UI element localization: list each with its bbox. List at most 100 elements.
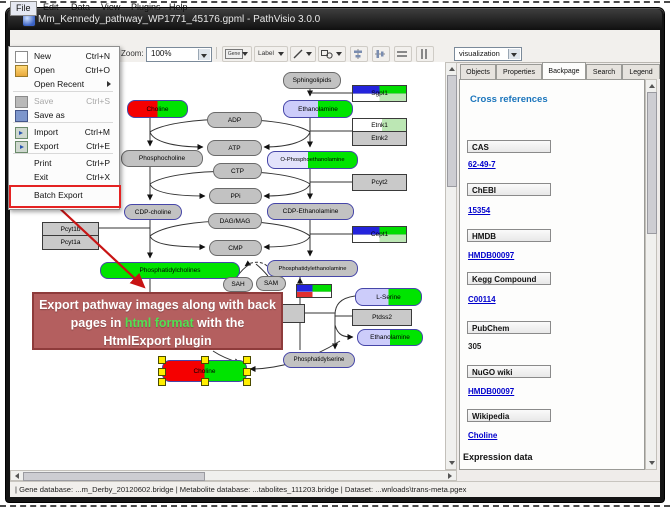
pathway-node-sphingolipids[interactable]: Sphingolipids	[283, 72, 341, 89]
menu-data[interactable]: Data	[66, 1, 95, 14]
resize-handle[interactable]	[243, 368, 251, 376]
menu-help[interactable]: Help	[164, 1, 193, 14]
gene-node-ptdss2[interactable]: Ptdss2	[352, 309, 412, 326]
xref-link-kegg[interactable]: C00114	[468, 295, 496, 304]
menu-item-save-as[interactable]: Save as	[10, 108, 116, 122]
scrollbar-thumb[interactable]	[447, 75, 457, 187]
pathway-node-phosphocholine[interactable]: Phosphocholine	[121, 150, 203, 167]
resize-handle[interactable]	[158, 378, 166, 386]
xref-header-wikipedia[interactable]: Wikipedia	[467, 409, 551, 422]
pathway-node-cdp-ethanolamine[interactable]: CDP-Ethanolamine	[267, 203, 354, 220]
distribute-vertical-button[interactable]	[416, 46, 434, 62]
panel-vertical-scrollbar[interactable]	[645, 79, 657, 470]
resize-handle[interactable]	[158, 368, 166, 376]
scroll-down-icon[interactable]	[449, 461, 455, 465]
pathway-node-ppi[interactable]: PPi	[209, 188, 262, 204]
visualization-dropdown-button[interactable]	[508, 49, 520, 59]
pathway-node-partial-colored[interactable]	[296, 284, 332, 298]
label-tool-button[interactable]: Label	[254, 46, 288, 62]
pathway-node-partial-gray[interactable]	[280, 304, 305, 323]
pathway-node-ethanolamine-bottom[interactable]: Ethanolamine	[357, 329, 423, 346]
pathway-node-o-phosphoethanolamine[interactable]: O-Phosphoethanolamine	[267, 151, 358, 169]
scroll-left-icon[interactable]	[15, 473, 19, 479]
pathway-node-ethanolamine-top[interactable]: Ethanolamine	[283, 100, 353, 118]
menu-item-print[interactable]: Print Ctrl+P	[10, 156, 116, 170]
menu-item-open-recent[interactable]: Open Recent	[10, 77, 116, 91]
line-tool-button[interactable]	[290, 46, 316, 62]
xref-header-cas[interactable]: CAS	[467, 140, 551, 153]
xref-header-kegg[interactable]: Kegg Compound	[467, 272, 551, 285]
menu-item-export[interactable]: Export Ctrl+E	[10, 139, 116, 153]
scroll-up-icon[interactable]	[449, 67, 455, 71]
gene-tool-button[interactable]: Gene	[222, 46, 252, 62]
xref-link-nugo[interactable]: HMDB00097	[468, 387, 514, 396]
menu-item-import[interactable]: Import Ctrl+M	[10, 125, 116, 139]
visualization-combobox[interactable]: visualization	[454, 47, 522, 61]
distribute-horizontal-button[interactable]	[394, 46, 412, 62]
menu-item-save[interactable]: Save Ctrl+S	[10, 94, 116, 108]
pathway-node-phosphatidylserine[interactable]: Phosphatidylserine	[283, 352, 355, 368]
tab-search[interactable]: Search	[586, 64, 622, 79]
pathway-node-adp[interactable]: ADP	[207, 112, 262, 128]
align-center-button[interactable]	[350, 46, 368, 62]
resize-handle[interactable]	[201, 356, 209, 364]
menu-item-exit[interactable]: Exit Ctrl+X	[10, 170, 116, 184]
tab-backpage[interactable]: Backpage	[542, 62, 586, 79]
pathway-node-phosphatidylethanolamine[interactable]: Phosphatidylethanolamine	[267, 260, 358, 277]
line-tool-icon	[293, 49, 303, 59]
menu-file[interactable]: File	[10, 1, 37, 16]
align-middle-button[interactable]	[372, 46, 390, 62]
canvas-vertical-scrollbar[interactable]	[445, 62, 457, 470]
menu-plugins[interactable]: Plugins	[126, 1, 166, 14]
xref-link-chebi[interactable]: 15354	[468, 206, 490, 215]
gene-node-etnk2[interactable]: Etnk2	[352, 131, 407, 146]
menu-edit[interactable]: Edit	[38, 1, 64, 14]
pathway-node-cdp-choline[interactable]: CDP-choline	[124, 204, 182, 220]
resize-handle[interactable]	[243, 378, 251, 386]
resize-handle[interactable]	[243, 356, 251, 364]
pathway-node-ctp[interactable]: CTP	[213, 163, 262, 179]
gene-node-pcyt2[interactable]: Pcyt2	[352, 174, 407, 191]
tab-objects[interactable]: Objects	[460, 64, 496, 79]
resize-handle[interactable]	[201, 378, 209, 386]
pathway-node-sam[interactable]: SAM	[256, 276, 286, 291]
zoom-dropdown-button[interactable]	[198, 49, 210, 60]
pathway-node-choline-top[interactable]: Choline	[127, 100, 188, 118]
xref-header-pubchem[interactable]: PubChem	[467, 321, 551, 334]
zoom-label: Zoom:	[121, 49, 144, 58]
scroll-right-icon[interactable]	[448, 473, 452, 479]
pathway-node-cmp[interactable]: CMP	[209, 240, 262, 256]
annotation-line1: Export pathway images along with back	[34, 296, 281, 314]
pathway-node-choline-selected[interactable]: Choline	[162, 360, 247, 382]
scroll-down-icon[interactable]	[649, 461, 655, 465]
menu-item-open[interactable]: Open Ctrl+O	[10, 63, 116, 77]
pathway-node-dag-mag[interactable]: DAG/MAG	[208, 213, 262, 229]
gene-node-pcyt1a[interactable]: Pcyt1a	[42, 235, 99, 250]
menu-item-new[interactable]: New Ctrl+N	[10, 49, 116, 63]
resize-handle[interactable]	[158, 356, 166, 364]
pathway-node-atp[interactable]: ATP	[207, 140, 262, 156]
canvas-horizontal-scrollbar[interactable]	[10, 470, 457, 481]
xref-link-hmdb[interactable]: HMDB00097	[468, 251, 514, 260]
import-icon	[15, 127, 28, 139]
shape-tool-icon	[321, 49, 333, 59]
tab-legend[interactable]: Legend	[622, 64, 660, 79]
pathway-node-phosphatidylcholines[interactable]: Phosphatidylcholines	[100, 262, 240, 279]
pathway-node-sah[interactable]: SAH	[223, 277, 253, 292]
menu-view[interactable]: View	[96, 1, 125, 14]
zoom-combobox[interactable]: 100%	[146, 47, 212, 62]
xref-link-wikipedia[interactable]: Choline	[468, 431, 497, 440]
shape-tool-button[interactable]	[318, 46, 346, 62]
menu-separator	[13, 91, 113, 92]
scroll-up-icon[interactable]	[649, 84, 655, 88]
scrollbar-thumb[interactable]	[647, 92, 657, 234]
gene-node-cept1[interactable]: Cept1	[352, 226, 407, 243]
xref-link-cas[interactable]: 62-49-7	[468, 160, 496, 169]
tab-properties[interactable]: Properties	[496, 64, 542, 79]
scrollbar-thumb[interactable]	[23, 472, 205, 481]
xref-header-hmdb[interactable]: HMDB	[467, 229, 551, 242]
gene-node-sgpl1[interactable]: Sgpl1	[352, 85, 407, 102]
pathway-node-l-serine[interactable]: L-Serine	[355, 288, 422, 306]
xref-header-chebi[interactable]: ChEBI	[467, 183, 551, 196]
xref-header-nugo[interactable]: NuGO wiki	[467, 365, 551, 378]
